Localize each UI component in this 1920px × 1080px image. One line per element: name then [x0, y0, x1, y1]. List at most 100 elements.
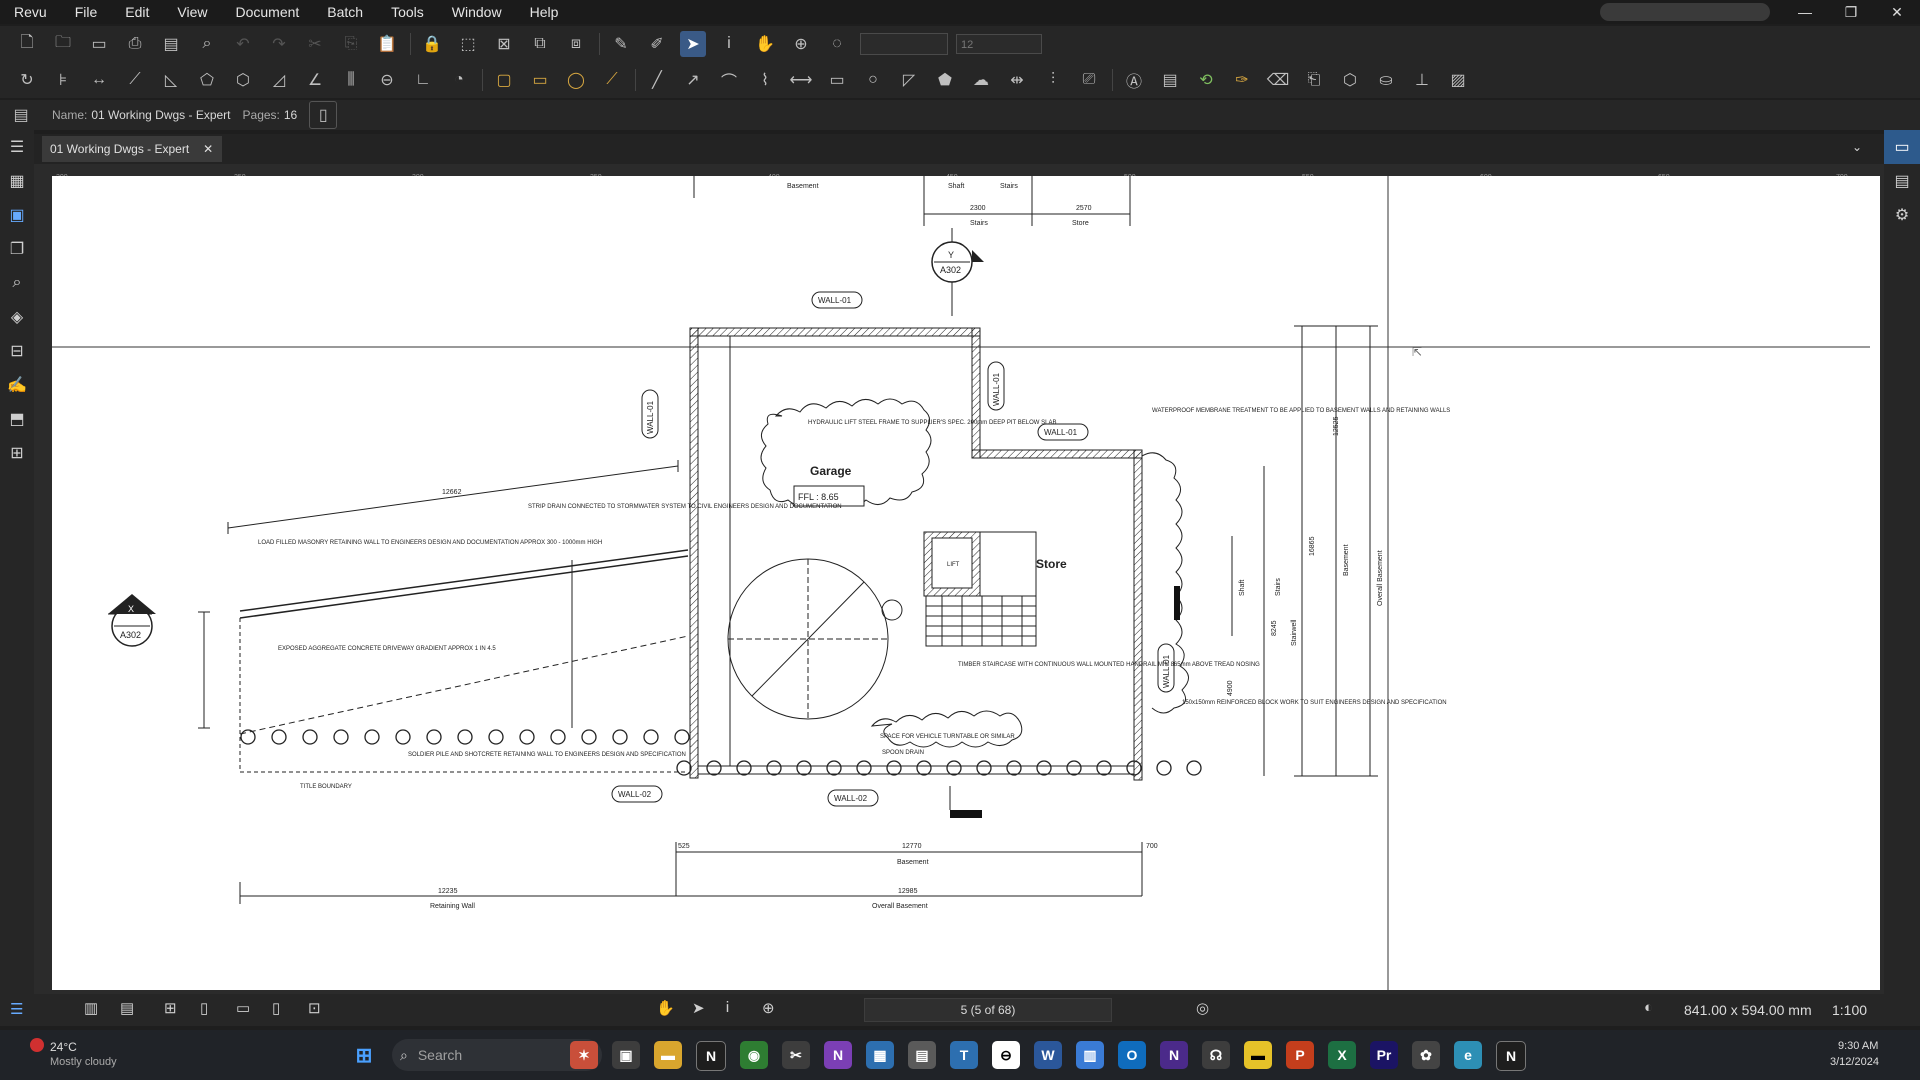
- cloud-icon[interactable]: ☁: [968, 67, 994, 93]
- calculator-icon[interactable]: ▦: [866, 1041, 894, 1069]
- angle-icon[interactable]: ∠: [302, 67, 328, 93]
- media-icon[interactable]: ⊖: [992, 1041, 1020, 1069]
- word-icon[interactable]: W: [1034, 1041, 1062, 1069]
- area-icon[interactable]: ◺: [158, 67, 184, 93]
- page-navigator[interactable]: 5 (5 of 68): [864, 998, 1112, 1022]
- page-three-icon[interactable]: ▯: [272, 999, 280, 1017]
- properties-icon[interactable]: ▤: [1884, 164, 1920, 198]
- continuous-icon[interactable]: ▤: [120, 999, 134, 1017]
- eraser-icon[interactable]: ⌫: [1265, 67, 1291, 93]
- select-tool-icon[interactable]: ➤: [680, 31, 706, 57]
- attach-icon[interactable]: ⎗: [1301, 67, 1327, 93]
- toolchest-icon[interactable]: ▭: [1884, 130, 1920, 164]
- rectangle-icon[interactable]: ▭: [824, 67, 850, 93]
- line-icon[interactable]: ╱: [644, 67, 670, 93]
- markups-list-icon[interactable]: ☰: [0, 130, 34, 164]
- diameter-icon[interactable]: ⊖: [374, 67, 400, 93]
- text-select-icon[interactable]: Ꭵ: [716, 31, 742, 57]
- page-icon[interactable]: ▯: [200, 999, 208, 1017]
- redo-icon[interactable]: ↷: [266, 31, 292, 57]
- signatures-icon[interactable]: ✍: [0, 368, 34, 402]
- note-icon[interactable]: ▤: [1157, 67, 1183, 93]
- pan-hand-icon[interactable]: ✋: [752, 31, 778, 57]
- polygon-area-icon[interactable]: ⬠: [194, 67, 220, 93]
- tab-document[interactable]: 01 Working Dwgs - Expert ✕: [42, 136, 222, 162]
- settings-icon[interactable]: ⚙: [1884, 198, 1920, 232]
- crop-icon[interactable]: ⬚: [455, 31, 481, 57]
- lasso-icon[interactable]: ◌: [824, 31, 850, 57]
- zoom-status-icon[interactable]: ⊕: [762, 999, 775, 1017]
- copy-icon[interactable]: ⎘: [338, 31, 364, 57]
- callout-icon[interactable]: ◸: [896, 67, 922, 93]
- teams-icon[interactable]: T: [950, 1041, 978, 1069]
- snapshot-icon[interactable]: ⊠: [491, 31, 517, 57]
- list-icon[interactable]: ☰: [10, 1000, 23, 1018]
- ellipse-markup-icon[interactable]: ◯: [563, 67, 589, 93]
- cut-icon[interactable]: ✂: [302, 31, 328, 57]
- split-icon[interactable]: ⊞: [164, 999, 177, 1017]
- radius-icon[interactable]: ◔: [446, 67, 472, 93]
- length-measure-icon[interactable]: ↔: [86, 67, 112, 93]
- menu-tools[interactable]: Tools: [377, 0, 438, 24]
- edge-icon[interactable]: e: [1454, 1041, 1482, 1069]
- sticky-notes-icon[interactable]: ▬: [1244, 1041, 1272, 1069]
- zoom-icon[interactable]: ⊕: [788, 31, 814, 57]
- highlight-icon[interactable]: ✐: [644, 31, 670, 57]
- bookmarks-icon[interactable]: ❐: [0, 232, 34, 266]
- compare-icon[interactable]: ⧈: [563, 31, 589, 57]
- chrome-icon[interactable]: ◉: [740, 1041, 768, 1069]
- paint-icon[interactable]: ⛀: [1373, 67, 1399, 93]
- dimension-icon[interactable]: ⟷: [788, 67, 814, 93]
- right-angle-icon[interactable]: ∟: [410, 67, 436, 93]
- measurements-icon[interactable]: ⊟: [0, 334, 34, 368]
- font-size-select[interactable]: 12: [956, 34, 1042, 54]
- sync-icon[interactable]: ◎: [1196, 999, 1209, 1017]
- headset-icon[interactable]: ☊: [1202, 1041, 1230, 1069]
- ellipse-icon[interactable]: ○: [860, 67, 886, 93]
- menu-document[interactable]: Document: [221, 0, 313, 24]
- stamp-tool-icon[interactable]: ⊥: [1409, 67, 1435, 93]
- polyline-markup-icon[interactable]: ⟋: [599, 67, 625, 93]
- app-decor-icon[interactable]: ✶: [570, 1041, 598, 1069]
- menu-revu[interactable]: Revu: [0, 0, 61, 24]
- menu-file[interactable]: File: [61, 0, 112, 24]
- menu-view[interactable]: View: [163, 0, 221, 24]
- single-page-icon[interactable]: ▥: [84, 999, 98, 1017]
- clock-date[interactable]: 3/12/2024: [1830, 1056, 1879, 1068]
- menu-edit[interactable]: Edit: [111, 0, 163, 24]
- app-colorful-icon[interactable]: ✿: [1412, 1041, 1440, 1069]
- menu-batch[interactable]: Batch: [313, 0, 377, 24]
- perimeter-icon[interactable]: ⟋: [122, 67, 148, 93]
- powerpoint-icon[interactable]: P: [1286, 1041, 1314, 1069]
- save-icon[interactable]: ▭: [86, 31, 112, 57]
- polyline-icon[interactable]: ⌇: [752, 67, 778, 93]
- weather-temp[interactable]: 24°C: [50, 1040, 77, 1054]
- menu-help[interactable]: Help: [516, 0, 573, 24]
- page-two-icon[interactable]: ▭: [236, 999, 250, 1017]
- font-family-select[interactable]: [860, 33, 948, 55]
- rectangle-markup-icon[interactable]: ▢: [491, 67, 517, 93]
- calendar-icon[interactable]: ▤: [908, 1041, 936, 1069]
- lock-icon[interactable]: 🔒: [419, 31, 445, 57]
- cutout-icon[interactable]: ◿: [266, 67, 292, 93]
- onenote-icon[interactable]: N: [824, 1041, 852, 1069]
- excel-icon[interactable]: X: [1328, 1041, 1356, 1069]
- text-box-icon[interactable]: Ⓐ: [1121, 67, 1147, 93]
- close-window-button[interactable]: ✕: [1874, 4, 1920, 21]
- dimension-line-icon[interactable]: ⇹: [1004, 67, 1030, 93]
- pen-icon[interactable]: ✎: [608, 31, 634, 57]
- highlighter-icon[interactable]: ✑: [1229, 67, 1255, 93]
- clock-time[interactable]: 9:30 AM: [1838, 1040, 1878, 1052]
- text-icon[interactable]: Ꭵ: [726, 999, 729, 1016]
- tags-icon[interactable]: ⬒: [0, 402, 34, 436]
- notion-two-icon[interactable]: N: [1496, 1041, 1526, 1071]
- shape-icon[interactable]: ⬡: [1337, 67, 1363, 93]
- undo-icon[interactable]: ↶: [230, 31, 256, 57]
- chevron-down-icon[interactable]: ⌄: [1852, 140, 1862, 154]
- premiere-icon[interactable]: Pr: [1370, 1041, 1398, 1069]
- arrow-icon[interactable]: ↗: [680, 67, 706, 93]
- start-icon[interactable]: ⊞: [350, 1041, 378, 1069]
- page-layout-icon[interactable]: ⊡: [308, 999, 321, 1017]
- paste-icon[interactable]: 📋: [374, 31, 400, 57]
- search-panel-icon[interactable]: ⌕: [0, 266, 34, 300]
